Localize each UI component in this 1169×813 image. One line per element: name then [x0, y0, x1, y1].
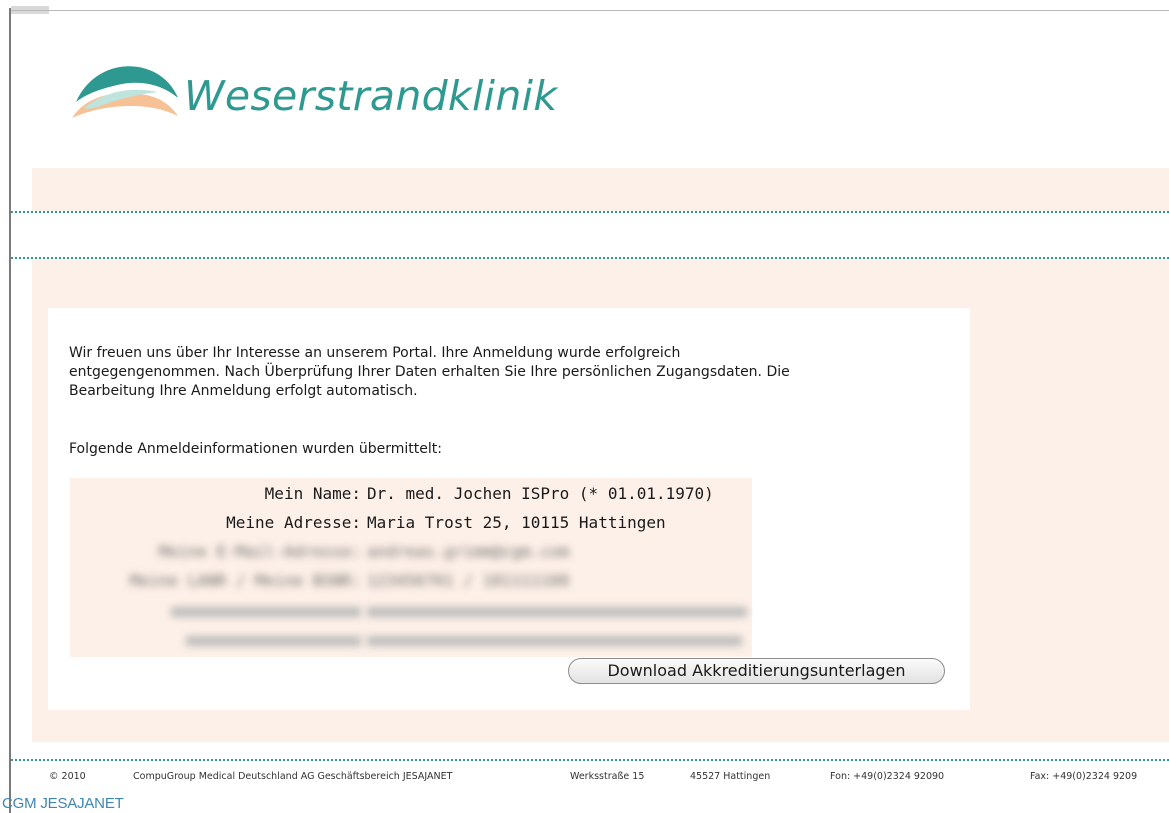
info-label-name: Mein Name: [264, 484, 361, 503]
watermark: CGM JESAJANET [2, 795, 124, 812]
registration-info-table: Mein Name: Dr. med. Jochen ISPro (* 01.0… [70, 478, 752, 657]
info-row-name: Mein Name: Dr. med. Jochen ISPro (* 01.0… [70, 484, 752, 508]
download-accreditation-button[interactable]: Download Akkreditierungsunterlagen [568, 658, 945, 684]
intro-line-2: entgegengenommen. Nach Überprüfung Ihrer… [69, 364, 790, 380]
info-value-address: Maria Trost 25, 10115 Hattingen [367, 513, 666, 532]
footer-company: CompuGroup Medical Deutschland AG Geschä… [133, 771, 453, 782]
info-row-address: Meine Adresse: Maria Trost 25, 10115 Hat… [70, 513, 752, 537]
info-label-redacted-2 [186, 636, 361, 646]
window-top-border [11, 10, 1169, 11]
registration-panel: Wir freuen uns über Ihr Interesse an uns… [48, 308, 970, 710]
footer-divider [11, 759, 1169, 761]
navigation-band [11, 211, 1169, 258]
intro-line-3: Bearbeitung Ihre Anmeldung erfolgt autom… [69, 383, 418, 399]
intro-text: Wir freuen uns über Ihr Interesse an uns… [69, 344, 949, 401]
footer: © 2010 CompuGroup Medical Deutschland AG… [0, 771, 1169, 787]
info-value-name: Dr. med. Jochen ISPro (* 01.01.1970) [367, 484, 714, 503]
brand-name: Weserstrandklinik [184, 72, 558, 120]
info-label-lanr-bsnr: Meine LANR / Meine BSNR: [129, 571, 361, 590]
info-row-email: Meine E-Mail-Adresse: andreas.grimm@cgm.… [70, 542, 752, 566]
info-label-email: Meine E-Mail-Adresse: [158, 542, 361, 561]
info-value-email: andreas.grimm@cgm.com [367, 542, 570, 561]
footer-copyright: © 2010 [49, 771, 86, 782]
info-value-redacted-1 [367, 607, 747, 617]
info-label-redacted-1 [171, 607, 361, 617]
info-row-redacted-1 [70, 600, 752, 624]
window-left-border [9, 8, 11, 813]
footer-phone: Fon: +49(0)2324 92090 [830, 771, 945, 782]
nav-divider-bottom [11, 257, 1169, 259]
weserstrandklinik-logo-icon [72, 66, 178, 118]
intro-line-1: Wir freuen uns über Ihr Interesse an uns… [69, 345, 681, 361]
footer-city: 45527 Hattingen [690, 771, 771, 782]
info-label-address: Meine Adresse: [226, 513, 361, 532]
submitted-info-heading: Folgende Anmeldeinformationen wurden übe… [69, 441, 442, 457]
nav-divider-top [11, 211, 1169, 213]
footer-street: Werksstraße 15 [570, 771, 645, 782]
info-row-lanr-bsnr: Meine LANR / Meine BSNR: 123456701 / 181… [70, 571, 752, 595]
info-value-redacted-2 [367, 636, 742, 646]
info-row-redacted-2 [70, 629, 752, 653]
info-value-lanr-bsnr: 123456701 / 181111100 [367, 571, 570, 590]
footer-fax: Fax: +49(0)2324 9209 [1030, 771, 1138, 782]
